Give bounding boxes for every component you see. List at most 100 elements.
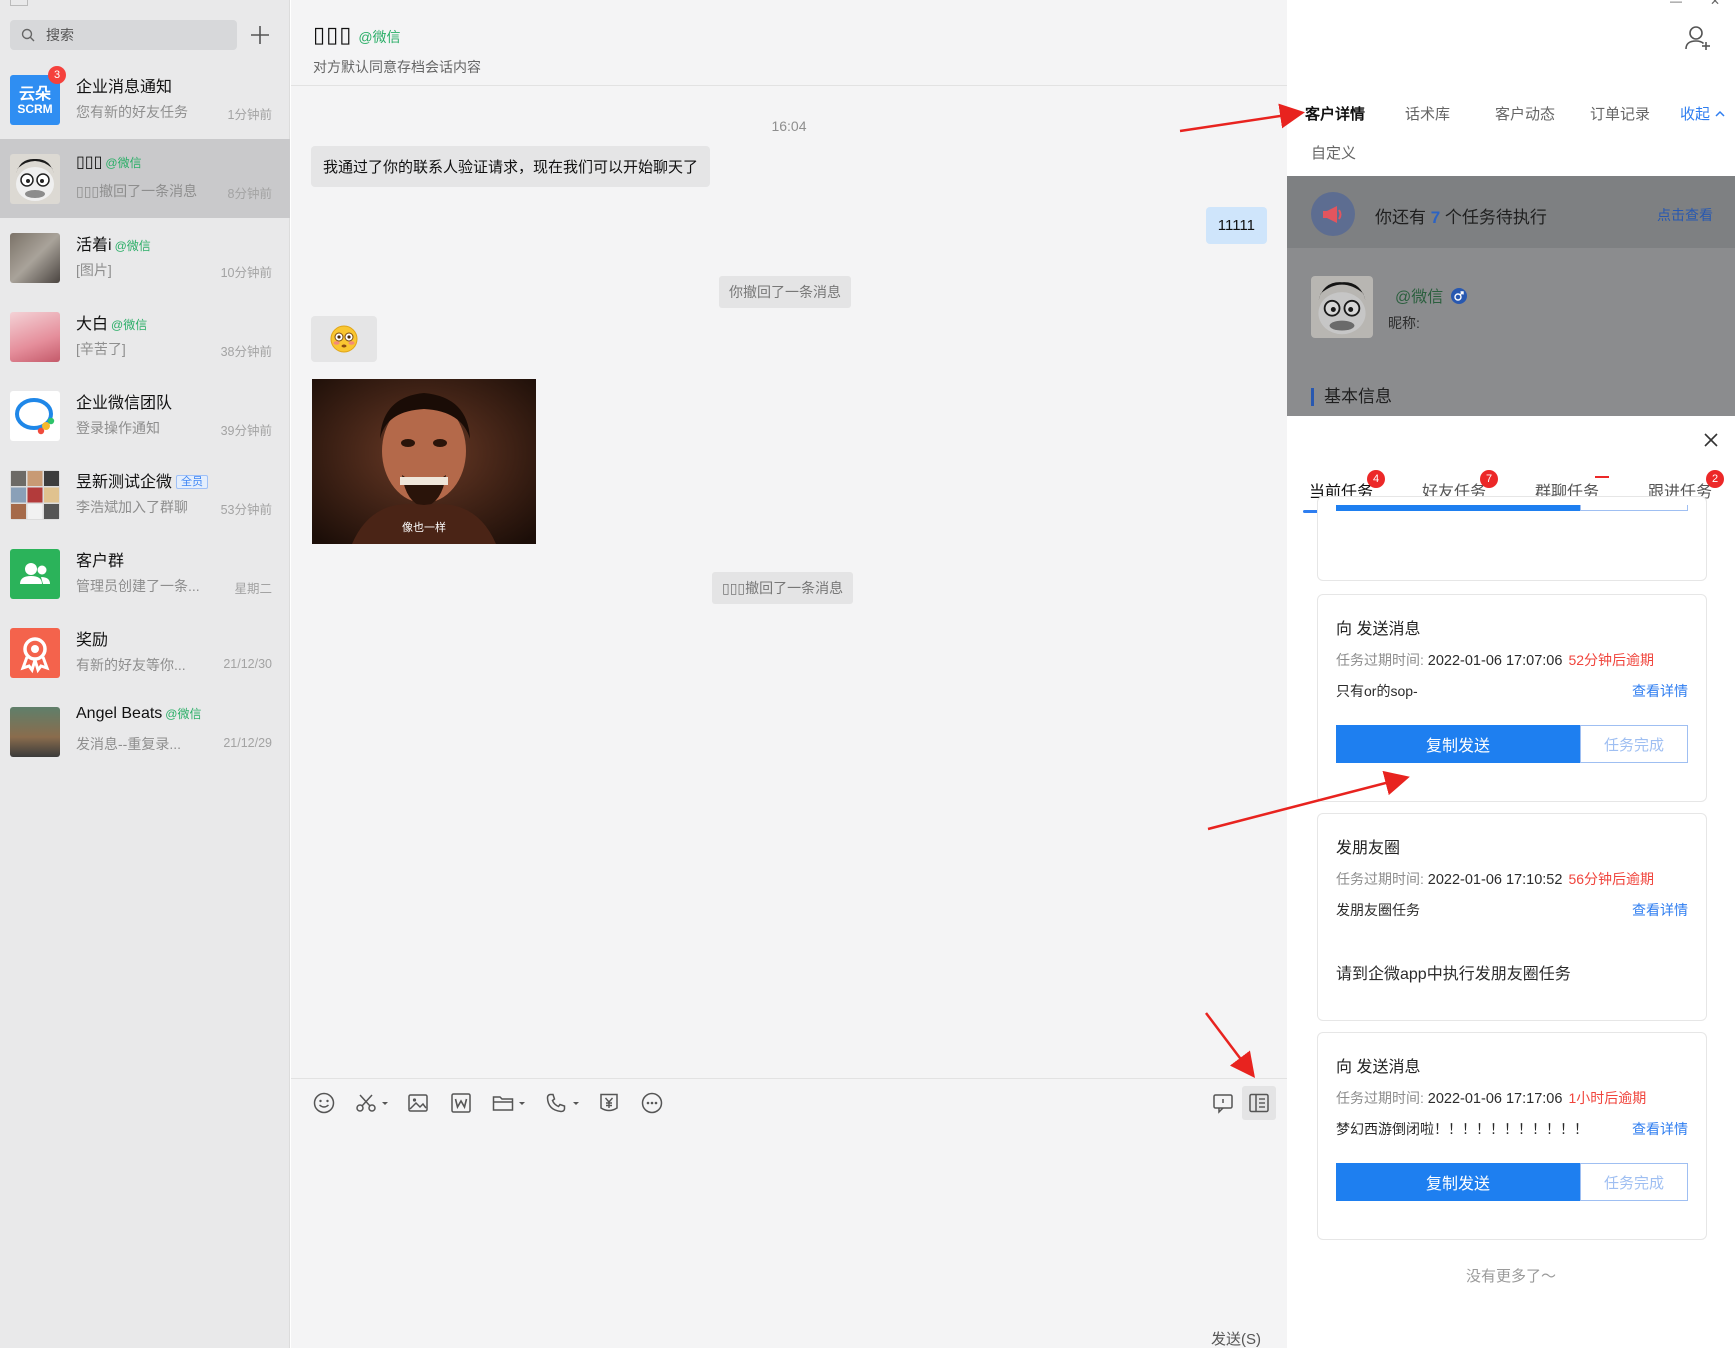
input-toolbar: [291, 1078, 1287, 1124]
tab-custom[interactable]: 自定义: [1311, 142, 1356, 163]
copy-send-button[interactable]: 复制发送: [1336, 1163, 1580, 1201]
send-button[interactable]: 发送(S): [1211, 1328, 1261, 1348]
conversation-item[interactable]: 大白 @微信 [辛苦了] 38分钟前: [0, 297, 290, 376]
customer-nickname: 昵称:: [1388, 315, 1420, 331]
chevron-down-icon[interactable]: [380, 1091, 390, 1115]
conversation-name: 昱新测试企微 全员: [76, 468, 209, 492]
system-message: 你撤回了一条消息: [719, 276, 851, 308]
message-bubble[interactable]: 11111: [1205, 207, 1267, 244]
message-bubble[interactable]: 我通过了你的联系人验证请求，现在我们可以开始聊天了: [311, 146, 711, 187]
conversation-name: 奖励: [76, 626, 108, 650]
conversation-preview: 管理员创建了一条...: [76, 578, 200, 594]
search-box[interactable]: [10, 20, 237, 50]
window-menu-icon[interactable]: [10, 0, 28, 6]
conversation-item[interactable]: Angel Beats @微信 发消息--重复录... 21/12/29: [0, 692, 290, 771]
search-input[interactable]: [46, 25, 226, 45]
add-icon[interactable]: [248, 23, 272, 47]
copy-send-button[interactable]: 复制发送: [1336, 725, 1580, 763]
image-subtitle: 像也一样: [402, 522, 446, 534]
tab-customer-detail[interactable]: 客户详情: [1305, 103, 1365, 124]
overdue-text: 1小时后逾期: [1568, 1090, 1647, 1106]
side-panel-icon: [1249, 1093, 1269, 1113]
view-tasks-link[interactable]: 点击查看: [1657, 205, 1713, 225]
photo-avatar: [10, 233, 60, 283]
close-icon[interactable]: [1701, 430, 1721, 450]
phone-icon[interactable]: [544, 1091, 568, 1115]
view-detail-link[interactable]: 查看详情: [1632, 900, 1688, 920]
conversation-time: 21/12/30: [223, 657, 272, 671]
conversation-item[interactable]: 云朵 SCRM 3 企业消息通知 您有新的好友任务 1分钟前: [0, 60, 290, 139]
pending-count: 7: [1430, 208, 1441, 227]
tab-customer-activity[interactable]: 客户动态: [1495, 103, 1555, 124]
tab-script-library[interactable]: 话术库: [1405, 103, 1450, 124]
view-detail-link[interactable]: 查看详情: [1632, 1119, 1688, 1139]
task-done-button[interactable]: 任务完成: [1580, 725, 1688, 763]
chat-title: ▯▯▯ @微信: [313, 22, 401, 48]
view-detail-link[interactable]: 查看详情: [1632, 681, 1688, 701]
customer-avatar: [1311, 276, 1373, 338]
conversation-time: 星期二: [234, 582, 272, 596]
task-card: [1317, 496, 1707, 581]
message-input[interactable]: [311, 1130, 1267, 1310]
message-bubble[interactable]: [311, 316, 377, 362]
unread-badge: 3: [48, 66, 66, 84]
emoji-icon[interactable]: [312, 1091, 336, 1115]
tab-order-records[interactable]: 订单记录: [1590, 103, 1650, 124]
more-icon[interactable]: [640, 1091, 664, 1115]
conversation-preview: [图片]: [76, 262, 112, 278]
conversation-item[interactable]: 奖励 有新的好友等你... 21/12/30: [0, 613, 290, 692]
task-sheet: 当前任务 4 好友任务 7 群聊任务 跟进任务 2 向 发送消息 任务过期时间: 20…: [1287, 416, 1735, 1348]
conversation-name-text: 企业消息通知: [76, 79, 173, 96]
folder-icon[interactable]: [491, 1091, 515, 1115]
chat-history-icon[interactable]: [1211, 1091, 1235, 1115]
message-timestamp: 16:04: [771, 118, 807, 134]
chevron-down-icon[interactable]: [571, 1091, 581, 1115]
conversation-item[interactable]: 活着i @微信 [图片] 10分钟前: [0, 218, 290, 297]
task-title: 向 发送消息: [1336, 621, 1421, 638]
conversation-item[interactable]: ▯▯▯ @微信 ▯▯▯撤回了一条消息 8分钟前: [0, 139, 290, 218]
image-message[interactable]: 像也一样: [312, 379, 536, 544]
conversation-item[interactable]: 客户群 管理员创建了一条... 星期二: [0, 534, 290, 613]
photo-avatar: [10, 312, 60, 362]
photo-avatar: [10, 707, 60, 757]
red-packet-icon[interactable]: [597, 1091, 621, 1115]
conversation-name-text: 客户群: [76, 553, 125, 570]
conversation-name-text: Angel Beats: [76, 705, 163, 722]
minimize-button[interactable]: —: [1670, 0, 1682, 8]
conversation-name: 企业微信团队: [76, 389, 172, 413]
system-message: ▯▯▯撤回了一条消息: [712, 572, 854, 604]
search-icon: [21, 28, 35, 42]
chevron-down-icon[interactable]: [517, 1091, 527, 1115]
chat-panel: ▯▯▯ @微信 对方默认同意存档会话内容 16:04 我通过了你的联系人验证请求，…: [291, 0, 1287, 1348]
close-window-button[interactable]: ✕: [1710, 0, 1720, 8]
task-expiry: 任务过期时间: 2022-01-06 17:17:06 1小时后逾期: [1336, 1088, 1646, 1108]
customer-name: @微信: [1395, 283, 1468, 307]
collapse-button[interactable]: 收起: [1680, 103, 1725, 124]
app-window: 云朵 SCRM 3 企业消息通知 您有新的好友任务 1分钟前 ▯▯▯@微信 ▯▯…: [0, 0, 1735, 1348]
copy-send-button[interactable]: [1336, 505, 1580, 511]
task-note: 请到企微app中执行发朋友圈任务: [1336, 966, 1571, 983]
add-contact-icon[interactable]: [1683, 22, 1713, 52]
task-actions: 复制发送 任务完成: [1336, 725, 1688, 763]
conversation-time: 8分钟前: [227, 187, 272, 201]
wechat-tag: @微信: [358, 29, 401, 45]
task-description: 只有or的sop-: [1336, 683, 1418, 699]
conversation-preview: 李浩斌加入了群聊: [76, 499, 188, 515]
task-expiry: 任务过期时间: 2022-01-06 17:10:52 56分钟后逾期: [1336, 869, 1654, 889]
sidebar-toggle-button[interactable]: [1242, 1086, 1276, 1120]
screenshot-scissors-icon[interactable]: [354, 1091, 378, 1115]
overdue-text: 56分钟后逾期: [1568, 871, 1655, 887]
conversation-name: 大白 @微信: [76, 310, 147, 334]
task-done-button[interactable]: [1580, 505, 1688, 511]
customer-wx-tag: @微信: [1395, 289, 1444, 306]
conversation-item[interactable]: 企业微信团队 登录操作通知 39分钟前: [0, 376, 290, 455]
image-icon[interactable]: [406, 1091, 430, 1115]
word-doc-icon[interactable]: [449, 1091, 473, 1115]
conversation-preview: 您有新的好友任务: [76, 104, 188, 120]
overdue-text: 52分钟后逾期: [1568, 652, 1655, 668]
task-done-button[interactable]: 任务完成: [1580, 1163, 1688, 1201]
conversation-item[interactable]: 昱新测试企微 全员 李浩斌加入了群聊 53分钟前: [0, 455, 290, 534]
conversation-time: 39分钟前: [220, 424, 272, 438]
expiry-label: 任务过期时间:: [1336, 652, 1424, 668]
task-card: 向 发送消息 任务过期时间: 2022-01-06 17:07:06 52分钟后逾…: [1317, 594, 1707, 802]
